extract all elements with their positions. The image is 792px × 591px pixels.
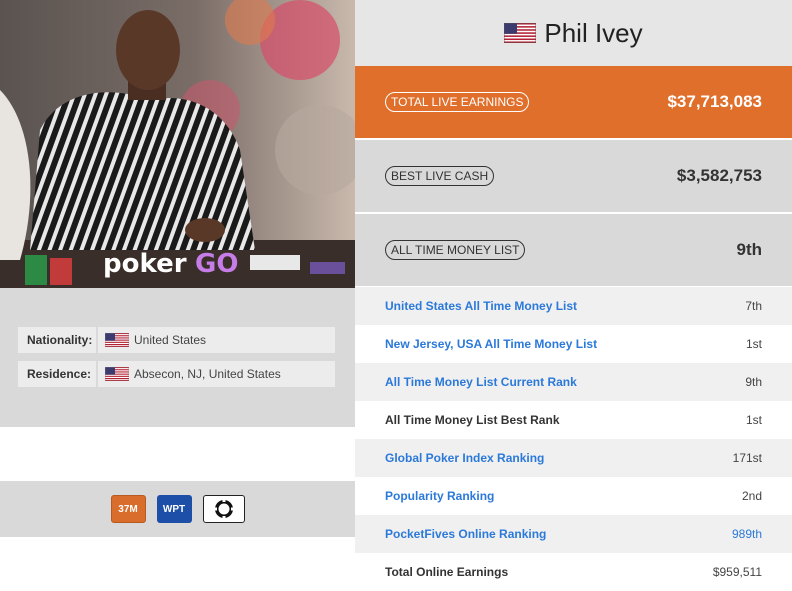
ranking-label[interactable]: Popularity Ranking: [385, 489, 494, 503]
all-time-money-list-card: ALL TIME MONEY LIST 9th: [355, 214, 792, 286]
all-time-money-list-label: ALL TIME MONEY LIST: [385, 240, 526, 260]
residence-label: Residence:: [18, 361, 96, 387]
ranking-value: 7th: [745, 299, 762, 313]
nationality-value-cell: United States: [98, 327, 335, 353]
ranking-row: All Time Money List Best Rank 1st: [355, 401, 792, 439]
profile-left-column: poker GO Nationality: United States Resi…: [0, 0, 355, 591]
ranking-label[interactable]: New Jersey, USA All Time Money List: [385, 337, 597, 351]
total-live-earnings-value: $37,713,083: [667, 92, 762, 111]
ranking-row[interactable]: Global Poker Index Ranking 171st: [355, 439, 792, 477]
wsop-badge[interactable]: [202, 495, 245, 523]
wsop-icon: [213, 499, 234, 519]
player-name: Phil Ivey: [544, 17, 643, 48]
nationality-value: United States: [134, 333, 207, 347]
ranking-label: All Time Money List Best Rank: [385, 413, 560, 427]
ranking-row[interactable]: All Time Money List Current Rank 9th: [355, 363, 792, 401]
ranking-value[interactable]: 989th: [732, 527, 762, 541]
total-live-earnings-label: TOTAL LIVE EARNINGS: [385, 92, 530, 112]
earnings-badge[interactable]: 37M: [110, 495, 146, 523]
ranking-value: 2nd: [741, 489, 762, 503]
ranking-row[interactable]: Popularity Ranking 2nd: [355, 477, 792, 515]
residence-row: Residence: Absecon, NJ, United States: [18, 361, 335, 387]
ranking-label[interactable]: Global Poker Index Ranking: [385, 451, 544, 465]
player-photo: poker GO: [0, 0, 355, 288]
total-live-earnings-card: TOTAL LIVE EARNINGS $37,713,083: [355, 66, 792, 138]
us-flag-icon: [105, 367, 129, 381]
ranking-row[interactable]: New Jersey, USA All Time Money List 1st: [355, 325, 792, 363]
pokergo-logo: poker: [103, 249, 187, 279]
ranking-label[interactable]: PocketFives Online Ranking: [385, 527, 546, 541]
residence-value: Absecon, NJ, United States: [134, 367, 281, 381]
ranking-value: 171st: [732, 451, 762, 465]
ranking-row[interactable]: PocketFives Online Ranking 989th: [355, 515, 792, 553]
best-live-cash-value: $3,582,753: [676, 166, 762, 185]
ranking-value: $959,511: [712, 565, 762, 579]
achievement-badges: 37M WPT: [0, 481, 355, 537]
rankings-list: United States All Time Money List 7th Ne…: [355, 287, 792, 591]
us-flag-icon: [504, 23, 537, 43]
player-info-box: Nationality: United States Residence: Ab…: [0, 288, 355, 427]
ranking-value: 9th: [745, 375, 762, 389]
profile-right-column: Phil Ivey TOTAL LIVE EARNINGS $37,713,08…: [355, 0, 792, 591]
player-name-header: Phil Ivey: [355, 0, 792, 66]
ranking-label[interactable]: United States All Time Money List: [385, 299, 577, 313]
nationality-row: Nationality: United States: [18, 327, 335, 353]
pokergo-logo-go: GO: [195, 249, 238, 279]
ranking-value: 1st: [745, 413, 762, 427]
residence-value-cell: Absecon, NJ, United States: [98, 361, 335, 387]
all-time-money-list-value: 9th: [736, 240, 763, 259]
player-profile: poker GO Nationality: United States Resi…: [0, 0, 792, 591]
wpt-badge[interactable]: WPT: [156, 495, 192, 523]
ranking-label: Total Online Earnings: [385, 565, 509, 579]
ranking-label[interactable]: All Time Money List Current Rank: [385, 375, 577, 389]
ranking-row: Total Online Earnings $959,511: [355, 553, 792, 591]
us-flag-icon: [105, 333, 129, 347]
best-live-cash-label: BEST LIVE CASH: [385, 166, 495, 186]
ranking-row[interactable]: United States All Time Money List 7th: [355, 287, 792, 325]
ranking-value: 1st: [745, 337, 762, 351]
best-live-cash-card: BEST LIVE CASH $3,582,753: [355, 140, 792, 212]
nationality-label: Nationality:: [18, 327, 96, 353]
